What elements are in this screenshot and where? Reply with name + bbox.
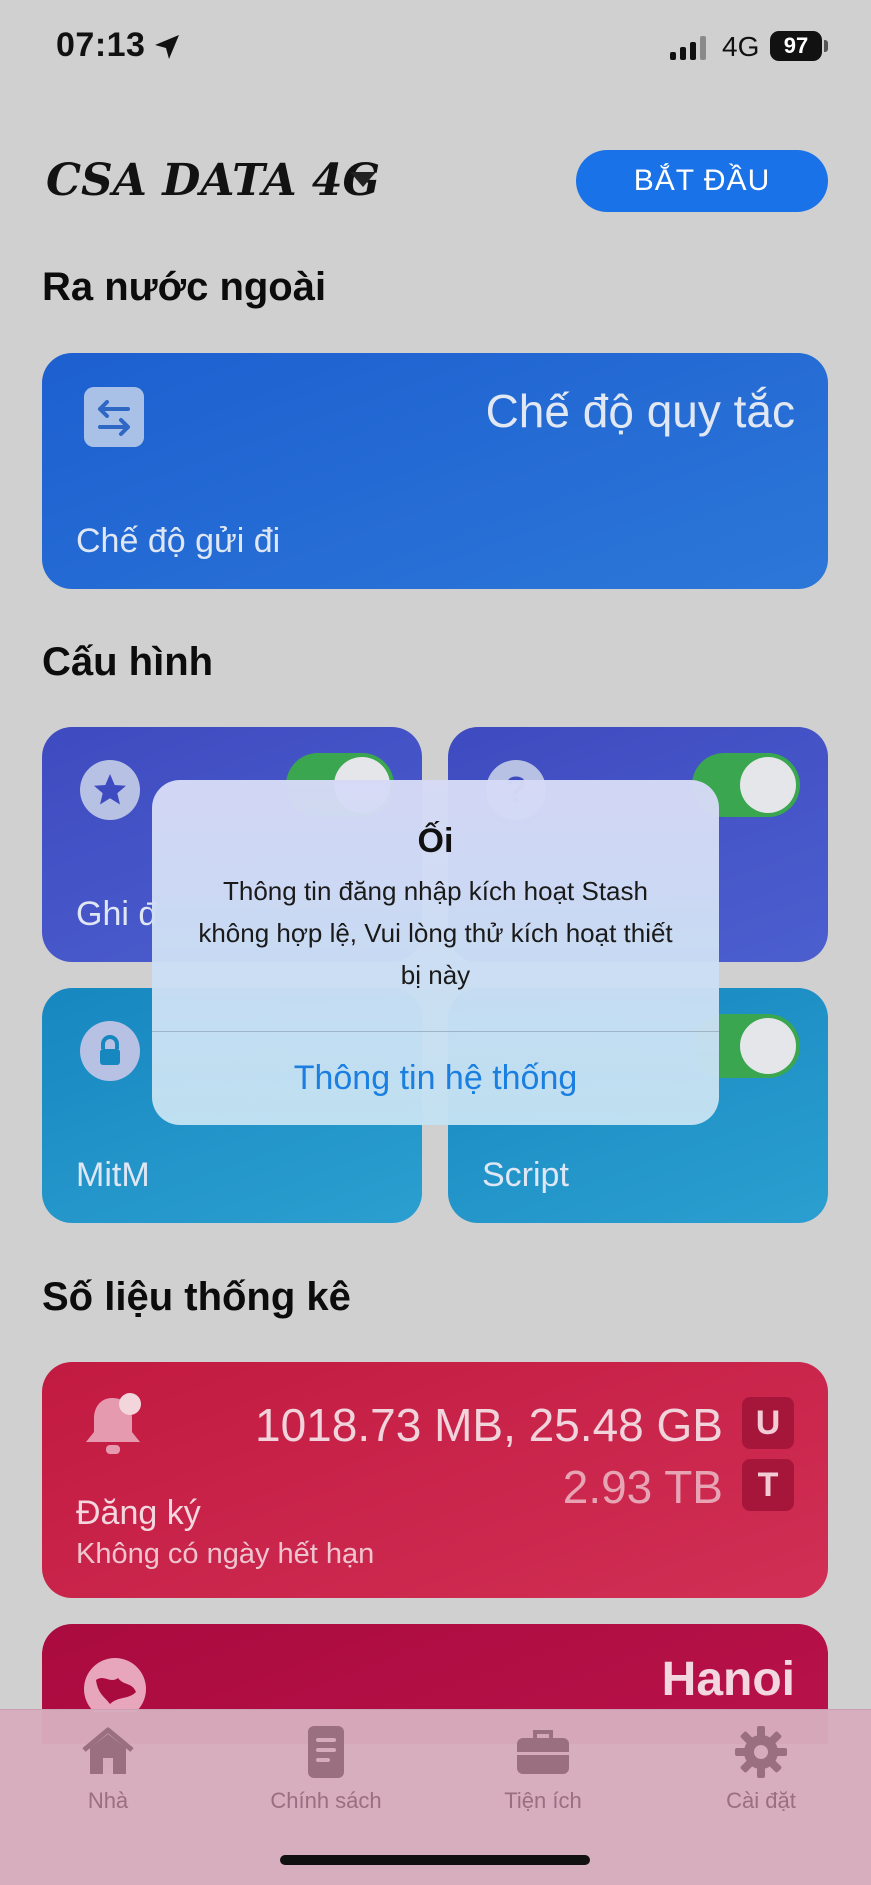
- alert-title: Ối: [417, 822, 454, 860]
- alert-message: Thông tin đăng nhập kích hoạt Stash khôn…: [198, 876, 673, 990]
- system-info-button[interactable]: Thông tin hệ thống: [152, 1032, 719, 1125]
